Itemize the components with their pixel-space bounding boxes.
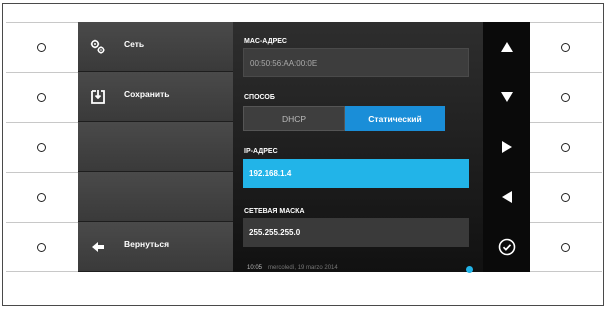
circle-icon: [37, 143, 46, 152]
method-label: СПОСОБ: [244, 94, 275, 101]
side-menu: Сеть Сохранить Вернуться: [78, 22, 233, 272]
right-hardware-button-1[interactable]: [530, 22, 602, 72]
date: mercoledì, 19 marzo 2014: [268, 265, 338, 271]
left-hardware-button-1[interactable]: [6, 22, 78, 72]
ip-address-field[interactable]: 192.168.1.4: [243, 159, 469, 188]
clock: 10:05: [247, 265, 263, 271]
left-hardware-buttons: [6, 22, 78, 272]
method-option-static[interactable]: Статический: [345, 106, 445, 131]
right-hardware-button-5[interactable]: [530, 222, 602, 272]
status-bar: 10:05 mercoledì, 19 marzo 2014: [247, 265, 338, 271]
menu-item-save[interactable]: Сохранить: [78, 72, 233, 122]
circle-icon: [561, 243, 570, 252]
menu-item-empty: [78, 122, 233, 172]
up-button[interactable]: [483, 22, 530, 72]
status-check-icon: [466, 266, 473, 273]
ip-address-label: IP-АДРЕС: [244, 148, 278, 155]
left-hardware-button-4[interactable]: [6, 172, 78, 222]
save-icon: [91, 90, 105, 104]
circle-icon: [37, 43, 46, 52]
method-option-dhcp[interactable]: DHCP: [243, 106, 345, 131]
check-circle-icon: [498, 238, 515, 256]
right-hardware-buttons: [530, 22, 602, 272]
circle-icon: [37, 93, 46, 102]
circle-icon: [37, 193, 46, 202]
navigation-bar: [483, 22, 530, 272]
left-hardware-button-5[interactable]: [6, 222, 78, 272]
subnet-mask-label: СЕТЕВАЯ МАСКА: [244, 208, 305, 215]
right-hardware-button-2[interactable]: [530, 72, 602, 122]
menu-item-label: Сохранить: [124, 89, 170, 99]
arrow-left-icon: [501, 191, 512, 203]
left-hardware-button-2[interactable]: [6, 72, 78, 122]
circle-icon: [561, 193, 570, 202]
circle-icon: [561, 43, 570, 52]
circle-icon: [561, 143, 570, 152]
circle-icon: [37, 243, 46, 252]
arrow-down-icon: [500, 92, 513, 102]
mac-address-field: 00:50:56:AA:00:0E: [243, 48, 469, 77]
settings-panel: MAC-АДРЕС 00:50:56:AA:00:0E СПОСОБ DHCP …: [233, 22, 490, 273]
menu-item-back[interactable]: Вернуться: [78, 222, 233, 272]
method-segmented-control: DHCP Статический: [243, 106, 445, 131]
arrow-up-icon: [500, 42, 513, 52]
menu-item-label: Вернуться: [124, 239, 170, 249]
down-button[interactable]: [483, 72, 530, 122]
right-button[interactable]: [483, 122, 530, 172]
circle-icon: [561, 93, 570, 102]
confirm-button[interactable]: [483, 222, 530, 272]
left-button[interactable]: [483, 172, 530, 222]
gears-icon: [90, 39, 105, 54]
right-hardware-button-3[interactable]: [530, 122, 602, 172]
menu-item-label: Сеть: [124, 39, 145, 49]
left-hardware-button-3[interactable]: [6, 122, 78, 172]
menu-item-empty: [78, 172, 233, 222]
mac-address-label: MAC-АДРЕС: [244, 38, 287, 45]
back-arrow-icon: [92, 242, 104, 252]
right-hardware-button-4[interactable]: [530, 172, 602, 222]
arrow-right-icon: [501, 141, 512, 153]
subnet-mask-field[interactable]: 255.255.255.0: [243, 218, 469, 247]
menu-item-network[interactable]: Сеть: [78, 22, 233, 72]
